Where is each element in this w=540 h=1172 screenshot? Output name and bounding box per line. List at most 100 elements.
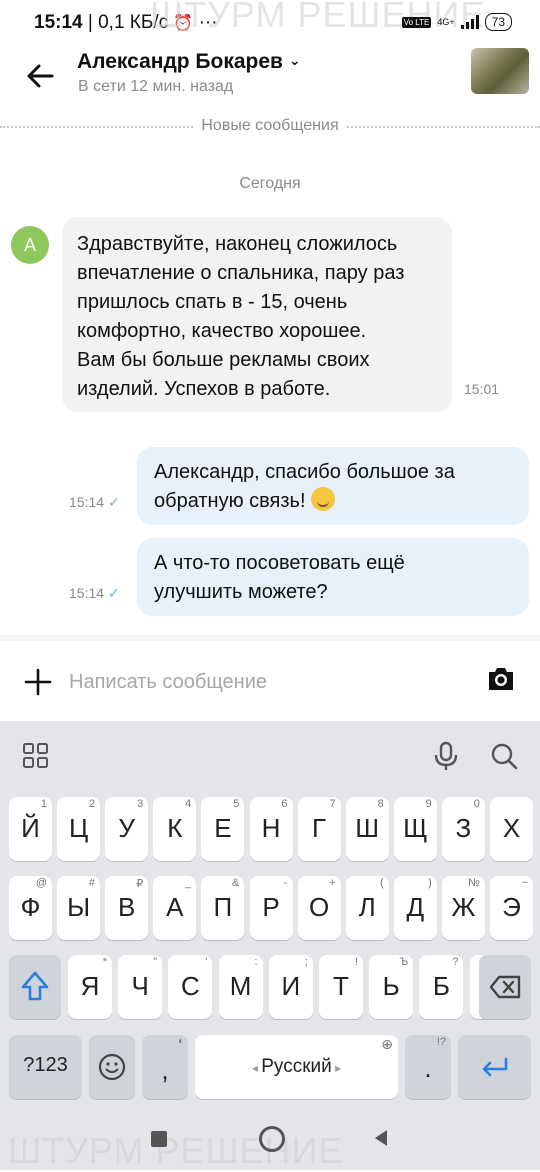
contact-name[interactable]: Александр Бокарев ⌄	[77, 50, 301, 74]
message-line: Вам бы больше рекламы своих	[77, 349, 370, 371]
key-11[interactable]: Х	[490, 797, 533, 861]
key-8[interactable]: (Л	[345, 876, 389, 940]
message-time: 15:14	[69, 494, 105, 510]
key-7[interactable]: 7Г	[297, 797, 341, 861]
key-label: Ч	[131, 971, 149, 1001]
key-9[interactable]: 9Щ	[393, 797, 437, 861]
key-3[interactable]: 3У	[105, 797, 149, 861]
online-status: В сети 12 мин. назад	[78, 78, 234, 95]
key-label: Ш	[355, 813, 380, 843]
key-8[interactable]: ? Б	[419, 955, 464, 1019]
key-1[interactable]: 1Й	[9, 797, 52, 861]
status-icons: Vo LTE 4G+ 73	[401, 13, 512, 31]
hugging-face-emoji-icon	[311, 487, 336, 511]
key-label: Ф	[20, 892, 41, 922]
outgoing-message-text: А что-то посоветовать ещё улучшить может…	[154, 549, 524, 607]
key-label: К	[167, 813, 183, 843]
key-11[interactable]: ~ Э	[490, 876, 533, 940]
back-arrow-icon[interactable]	[22, 58, 58, 94]
key-9[interactable]: ) Д	[393, 876, 437, 940]
attach-plus-icon[interactable]	[24, 664, 52, 698]
message-input[interactable]	[69, 668, 449, 696]
key-2[interactable]: " Ч	[118, 955, 163, 1019]
key-5[interactable]: ; И	[268, 955, 313, 1019]
apps-grid-icon[interactable]	[18, 738, 54, 774]
message-line: А что-то посоветовать ещё	[154, 552, 405, 574]
product-thumbnail[interactable]	[471, 48, 529, 94]
globe-icon: ⊕	[381, 1036, 393, 1052]
numbers-key-label: ?123	[23, 1054, 68, 1076]
enter-key[interactable]	[458, 1035, 531, 1099]
chevron-down-icon[interactable]: ⌄	[289, 52, 301, 68]
key-6[interactable]: -Р	[249, 876, 293, 940]
signal-icon	[460, 15, 479, 29]
numbers-symbols-key[interactable]: ?123	[9, 1035, 82, 1099]
key-label: В	[118, 892, 136, 922]
key-1[interactable]: @ Ф	[9, 876, 52, 940]
key-1[interactable]: * Я	[68, 955, 112, 1019]
search-icon[interactable]	[486, 738, 522, 774]
emoji-key[interactable]	[89, 1035, 135, 1099]
backspace-key[interactable]	[479, 955, 531, 1019]
key-4[interactable]: :М	[218, 955, 263, 1019]
key-label: Л	[358, 892, 376, 922]
key-3[interactable]: ₽ В	[105, 876, 149, 940]
key-secondary-label: 3	[137, 798, 144, 810]
date-separator: Сегодня	[239, 175, 301, 192]
recent-apps-icon[interactable]	[151, 1131, 167, 1147]
key-8[interactable]: 8Ш	[345, 797, 389, 861]
sent-check-icon: ✓	[108, 494, 120, 510]
key-4[interactable]: 4К	[153, 797, 197, 861]
key-secondary-label: "	[153, 956, 158, 968]
key-secondary-label: 5	[233, 798, 240, 810]
key-6[interactable]: ! Т	[319, 955, 363, 1019]
microphone-icon[interactable]	[428, 738, 464, 774]
key-secondary-label: _	[185, 877, 192, 889]
sender-avatar[interactable]: А	[11, 226, 49, 264]
back-nav-icon[interactable]	[371, 1128, 391, 1148]
home-icon[interactable]	[259, 1126, 285, 1152]
key-secondary-label: !	[354, 956, 358, 968]
key-4[interactable]: _ А	[153, 876, 197, 940]
key-5[interactable]: 5Е	[201, 797, 245, 861]
key-label: О	[308, 892, 330, 922]
key-secondary-label: Ъ	[399, 956, 409, 968]
key-10[interactable]: № Ж	[441, 876, 485, 940]
message-time-row: 15:14 ✓	[69, 494, 120, 511]
outgoing-message-text: Александр, спасибо большое за обратную с…	[154, 458, 524, 516]
comma-key[interactable]: ◖ ,	[142, 1035, 188, 1099]
key-label: П	[213, 892, 233, 922]
key-secondary-label: 1	[40, 798, 47, 810]
key-secondary-label: -	[283, 877, 288, 889]
period-key[interactable]: !? .	[405, 1035, 451, 1099]
key-secondary-label: 2	[88, 798, 96, 810]
key-5[interactable]: & П	[201, 876, 245, 940]
message-line: Здравствуйте, наконец сложилось	[77, 233, 398, 255]
message-line: комфортно, качество хорошее.	[77, 320, 367, 342]
key-10[interactable]: 0З	[441, 797, 485, 861]
key-secondary-label: '	[205, 956, 208, 968]
key-label: Ж	[451, 892, 476, 922]
key-label: Г	[312, 813, 327, 843]
enter-arrow-icon	[482, 1057, 508, 1077]
shift-key[interactable]	[9, 955, 61, 1019]
message-time: 15:14	[69, 585, 105, 601]
key-label: Н	[261, 813, 281, 843]
key-secondary-label: ;	[304, 956, 308, 968]
key-label: А	[166, 892, 184, 922]
period-key-label: .	[424, 1053, 432, 1083]
message-line: пришлось спать в - 15, очень	[77, 291, 348, 313]
key-secondary-label: +	[329, 877, 336, 889]
key-6[interactable]: 6Н	[249, 797, 293, 861]
key-7[interactable]: + О	[297, 876, 341, 940]
camera-icon[interactable]	[486, 664, 516, 694]
key-3[interactable]: ' С	[168, 955, 213, 1019]
key-secondary-label: 4	[185, 798, 192, 810]
key-secondary-label: (	[380, 877, 384, 889]
key-secondary-label: ₽	[136, 878, 144, 890]
key-secondary-label: )	[428, 877, 432, 889]
key-2[interactable]: # Ы	[57, 876, 101, 940]
key-7[interactable]: ЪЬ	[369, 955, 414, 1019]
space-key[interactable]: ⊕ ◂ Русский ▸	[195, 1035, 398, 1099]
key-2[interactable]: 2Ц	[57, 797, 101, 861]
